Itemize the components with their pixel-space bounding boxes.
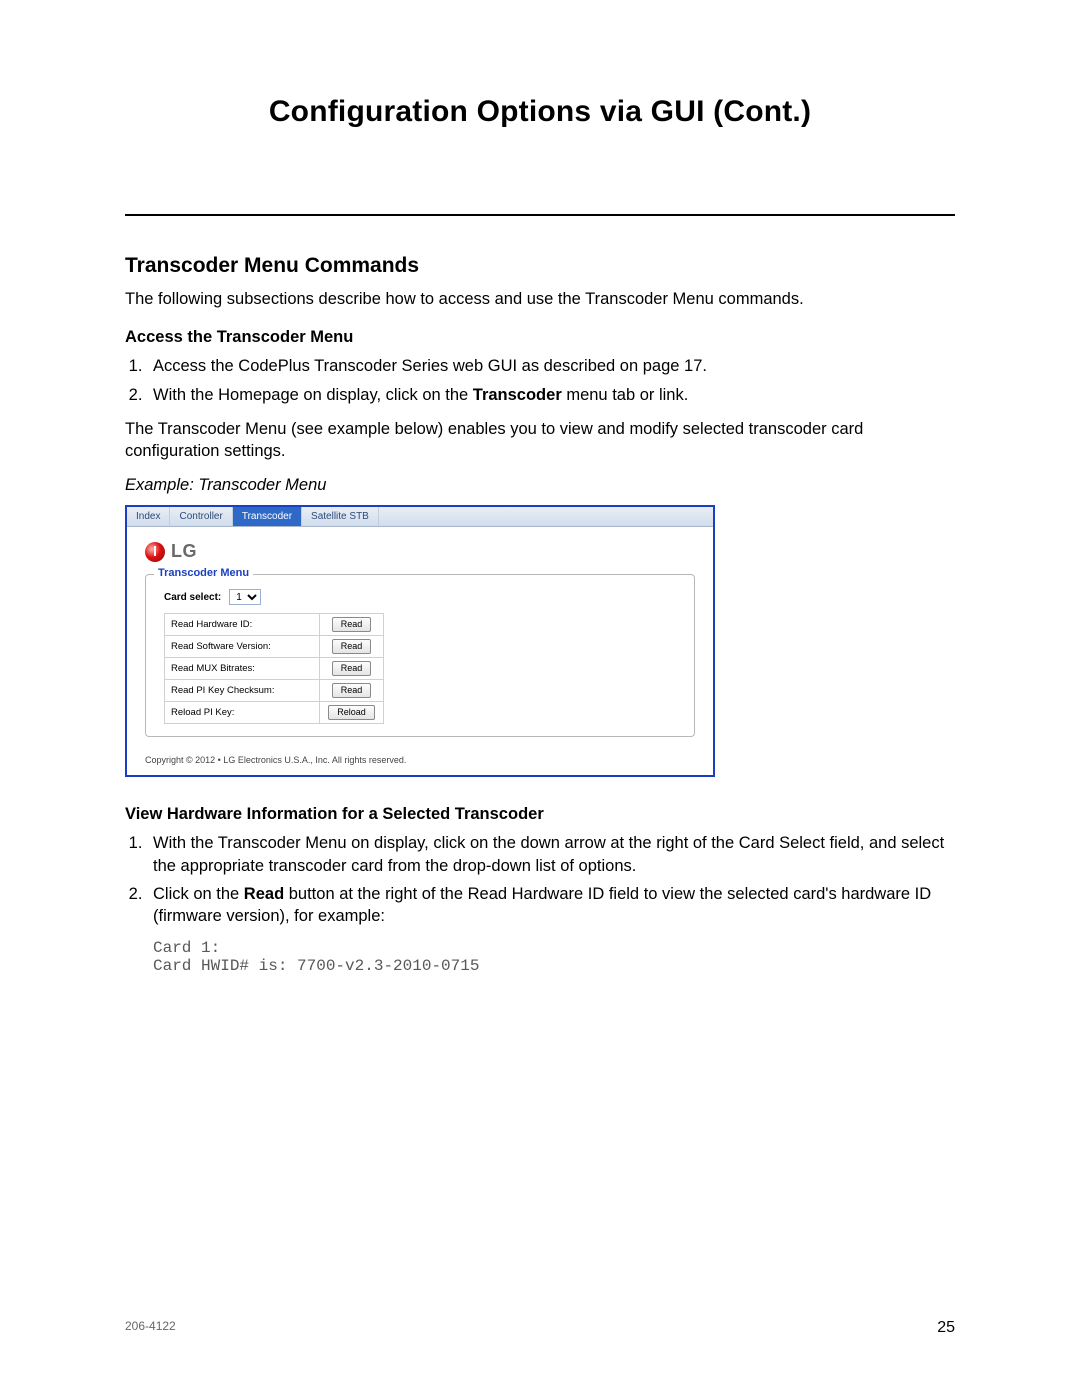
divider bbox=[125, 214, 955, 216]
code-line-2: Card HWID# is: 7700-v2.3-2010-0715 bbox=[153, 957, 479, 975]
row-label: Reload PI Key: bbox=[165, 702, 320, 724]
lg-logo-text: LG bbox=[171, 541, 197, 562]
view-hw-heading: View Hardware Information for a Selected… bbox=[125, 805, 955, 824]
access-step-2-bold: Transcoder bbox=[473, 386, 562, 404]
read-software-version-button[interactable]: Read bbox=[332, 639, 372, 654]
reload-pi-key-button[interactable]: Reload bbox=[328, 705, 375, 720]
fieldset-legend: Transcoder Menu bbox=[154, 567, 253, 579]
page-footer: 206-4122 25 bbox=[125, 1319, 955, 1337]
access-after-steps: The Transcoder Menu (see example below) … bbox=[125, 418, 955, 463]
access-step-2-prefix: With the Homepage on display, click on t… bbox=[153, 386, 473, 404]
view-hw-step-1: With the Transcoder Menu on display, cli… bbox=[147, 832, 955, 877]
command-table: Read Hardware ID: Read Read Software Ver… bbox=[164, 613, 384, 724]
lg-logo-icon bbox=[145, 542, 165, 562]
read-hardware-id-button[interactable]: Read bbox=[332, 617, 372, 632]
card-select-label: Card select: bbox=[164, 592, 221, 603]
row-label: Read Hardware ID: bbox=[165, 614, 320, 636]
tab-index[interactable]: Index bbox=[127, 507, 170, 526]
logo: LG bbox=[145, 541, 695, 562]
table-row: Read Software Version: Read bbox=[165, 636, 384, 658]
table-row: Read Hardware ID: Read bbox=[165, 614, 384, 636]
tab-bar: Index Controller Transcoder Satellite ST… bbox=[127, 507, 713, 527]
example-caption: Example: Transcoder Menu bbox=[125, 476, 955, 495]
table-row: Read PI Key Checksum: Read bbox=[165, 680, 384, 702]
table-row: Reload PI Key: Reload bbox=[165, 702, 384, 724]
view-hw-step-2: Click on the Read button at the right of… bbox=[147, 883, 955, 928]
transcoder-menu-screenshot: Index Controller Transcoder Satellite ST… bbox=[125, 505, 715, 777]
read-mux-bitrates-button[interactable]: Read bbox=[332, 661, 372, 676]
view-hw-steps: With the Transcoder Menu on display, cli… bbox=[125, 832, 955, 927]
page-number: 25 bbox=[937, 1319, 955, 1337]
tab-transcoder[interactable]: Transcoder bbox=[233, 507, 302, 526]
section-heading: Transcoder Menu Commands bbox=[125, 254, 955, 278]
access-steps: Access the CodePlus Transcoder Series we… bbox=[125, 355, 955, 406]
row-label: Read MUX Bitrates: bbox=[165, 658, 320, 680]
read-pi-key-checksum-button[interactable]: Read bbox=[332, 683, 372, 698]
table-row: Read MUX Bitrates: Read bbox=[165, 658, 384, 680]
row-label: Read PI Key Checksum: bbox=[165, 680, 320, 702]
code-sample: Card 1: Card HWID# is: 7700-v2.3-2010-07… bbox=[153, 939, 955, 975]
code-line-1: Card 1: bbox=[153, 939, 220, 957]
intro-paragraph: The following subsections describe how t… bbox=[125, 288, 955, 310]
row-label: Read Software Version: bbox=[165, 636, 320, 658]
page-title: Configuration Options via GUI (Cont.) bbox=[125, 95, 955, 129]
card-select-dropdown[interactable]: 1 bbox=[229, 589, 261, 605]
access-step-2: With the Homepage on display, click on t… bbox=[147, 384, 955, 406]
screenshot-copyright: Copyright © 2012 • LG Electronics U.S.A.… bbox=[145, 755, 695, 765]
view-hw-step-2-bold: Read bbox=[244, 885, 284, 903]
access-step-1: Access the CodePlus Transcoder Series we… bbox=[147, 355, 955, 377]
tab-satellite-stb[interactable]: Satellite STB bbox=[302, 507, 379, 526]
doc-number: 206-4122 bbox=[125, 1319, 176, 1337]
view-hw-step-2-prefix: Click on the bbox=[153, 885, 244, 903]
tab-controller[interactable]: Controller bbox=[170, 507, 232, 526]
access-step-2-suffix: menu tab or link. bbox=[562, 386, 689, 404]
access-heading: Access the Transcoder Menu bbox=[125, 328, 955, 347]
transcoder-menu-fieldset: Transcoder Menu Card select: 1 Read Hard… bbox=[145, 574, 695, 737]
